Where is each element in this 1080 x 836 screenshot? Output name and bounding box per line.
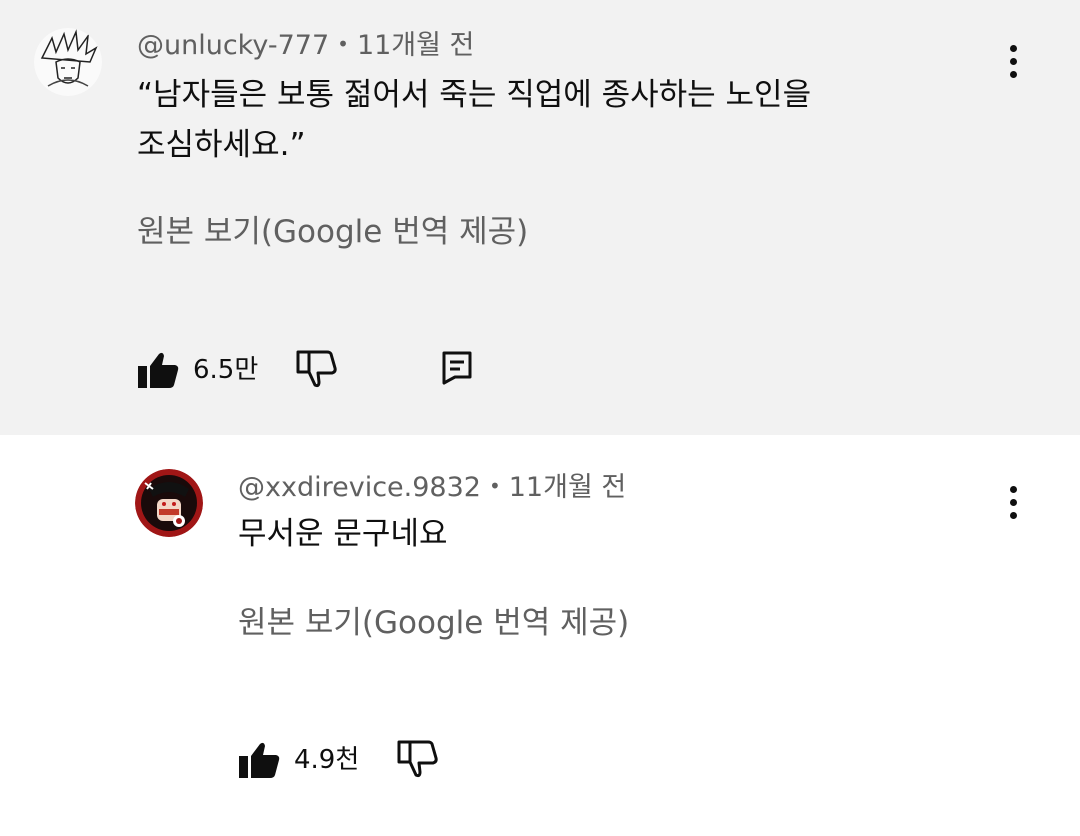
vertical-dots-icon <box>1009 485 1017 493</box>
vertical-dots-icon <box>1009 44 1017 52</box>
show-original-link[interactable]: 원본 보기(Google 번역 제공) <box>238 603 629 643</box>
comment-meta: @xxdirevice.9832 • 11개월 전 <box>238 469 626 505</box>
meta-separator: • <box>337 32 349 56</box>
thumbs-down-outline-icon <box>397 740 438 778</box>
comment-time[interactable]: 11개월 전 <box>509 472 626 503</box>
comment-time[interactable]: 11개월 전 <box>357 30 474 61</box>
more-options-button[interactable] <box>993 477 1033 527</box>
avatar[interactable] <box>135 469 203 537</box>
comment-reply: @xxdirevice.9832 • 11개월 전 무서운 문구네요 원본 보기(G… <box>0 435 1080 836</box>
like-button[interactable]: 4.9천 <box>238 741 359 779</box>
show-original-link[interactable]: 원본 보기(Google 번역 제공) <box>137 212 528 252</box>
comment-meta: @unlucky-777 • 11개월 전 <box>137 27 474 63</box>
author-name[interactable]: @unlucky-777 <box>137 30 329 61</box>
comment-icon <box>442 351 472 385</box>
like-count: 4.9천 <box>294 745 360 775</box>
dislike-button[interactable] <box>295 350 337 388</box>
thumbs-up-filled-icon <box>138 352 179 388</box>
like-count: 6.5만 <box>193 355 259 385</box>
comment-highlighted: @unlucky-777 • 11개월 전 “남자들은 보통 젊어서 죽는 직업에 … <box>0 0 1080 435</box>
dislike-button[interactable] <box>396 740 438 778</box>
meta-separator: • <box>488 474 501 498</box>
author-name[interactable]: @xxdirevice.9832 <box>238 472 481 503</box>
reply-button[interactable] <box>441 350 473 386</box>
thumbs-down-outline-icon <box>296 350 337 388</box>
comment-text: 무서운 문구네요 <box>238 516 448 552</box>
thumbs-up-filled-icon <box>239 742 280 778</box>
avatar[interactable] <box>34 28 102 96</box>
comment-text: “남자들은 보통 젊어서 죽는 직업에 종사하는 노인을 조심하세요.” <box>137 77 812 163</box>
more-options-button[interactable] <box>993 36 1033 86</box>
like-button[interactable]: 6.5만 <box>137 351 258 389</box>
